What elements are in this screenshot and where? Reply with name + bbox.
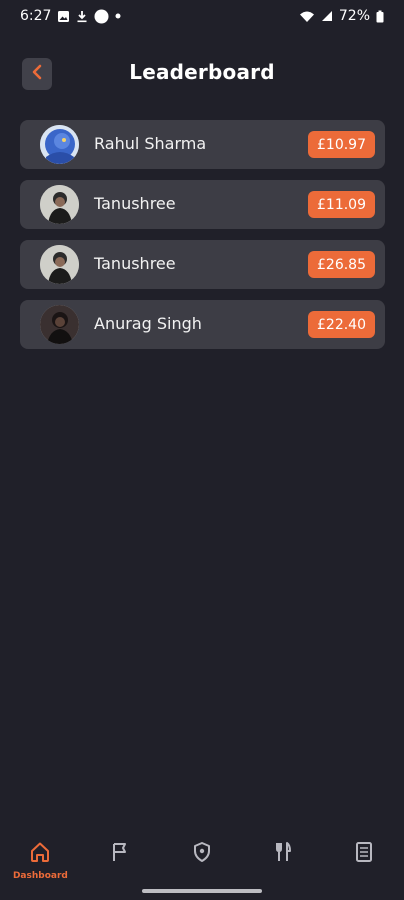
leaderboard-row[interactable]: Rahul Sharma £10.97 bbox=[20, 120, 385, 169]
status-time: 6:27 bbox=[20, 8, 52, 24]
nav-item-document[interactable] bbox=[324, 836, 404, 886]
leaderboard-row[interactable]: Tanushree £26.85 bbox=[20, 240, 385, 289]
leaderboard-list: Rahul Sharma £10.97 Tanushree £11.09 Tan… bbox=[20, 120, 385, 349]
nav-item-food[interactable] bbox=[243, 836, 323, 886]
battery-percent: 72% bbox=[338, 8, 370, 24]
page-title: Leaderboard bbox=[129, 60, 275, 84]
bottom-nav: Dashboard bbox=[0, 836, 404, 886]
battery-icon bbox=[376, 10, 384, 23]
nav-item-flag[interactable] bbox=[81, 836, 161, 886]
nav-item-dashboard[interactable]: Dashboard bbox=[0, 836, 80, 886]
wifi-icon bbox=[299, 10, 315, 23]
amount-badge: £26.85 bbox=[308, 251, 375, 278]
shield-icon bbox=[190, 840, 214, 868]
fork-knife-icon bbox=[271, 840, 295, 868]
nav-item-shield[interactable] bbox=[162, 836, 242, 886]
row-name: Tanushree bbox=[94, 194, 176, 213]
header: Leaderboard bbox=[0, 56, 404, 94]
download-icon bbox=[76, 10, 88, 23]
more-notifications-icon bbox=[115, 13, 121, 19]
leaderboard-row[interactable]: Tanushree £11.09 bbox=[20, 180, 385, 229]
amount-badge: £11.09 bbox=[308, 191, 375, 218]
gallery-icon bbox=[57, 10, 70, 23]
nav-label-dashboard: Dashboard bbox=[12, 871, 68, 881]
row-name: Anurag Singh bbox=[94, 314, 202, 333]
leaderboard-row[interactable]: Anurag Singh £22.40 bbox=[20, 300, 385, 349]
screen: 6:27 72% Leaderboard Rahul Sharma £10.97… bbox=[0, 0, 404, 900]
flag-icon bbox=[109, 840, 133, 868]
avatar bbox=[40, 245, 79, 284]
status-right: 72% bbox=[299, 8, 384, 24]
home-icon bbox=[28, 840, 52, 868]
app-notification-icon bbox=[94, 9, 109, 24]
home-indicator[interactable] bbox=[142, 889, 262, 893]
signal-icon bbox=[321, 10, 333, 22]
row-name: Tanushree bbox=[94, 254, 176, 273]
avatar bbox=[40, 125, 79, 164]
avatar bbox=[40, 185, 79, 224]
row-name: Rahul Sharma bbox=[94, 134, 207, 153]
document-icon bbox=[352, 840, 376, 868]
status-left: 6:27 bbox=[20, 8, 121, 24]
status-bar: 6:27 72% bbox=[0, 0, 404, 32]
avatar bbox=[40, 305, 79, 344]
amount-badge: £22.40 bbox=[308, 311, 375, 338]
amount-badge: £10.97 bbox=[308, 131, 375, 158]
